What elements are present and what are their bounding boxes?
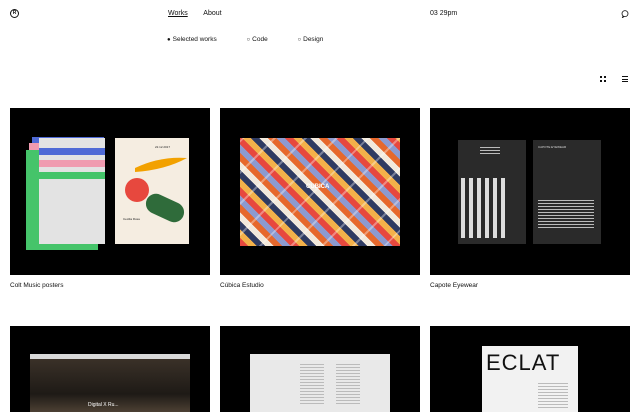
eyewear-pattern bbox=[461, 178, 505, 238]
photo-caption: Digital X Ru... bbox=[88, 402, 119, 408]
text-lines bbox=[538, 382, 568, 408]
clock: 03 29pm bbox=[430, 10, 458, 17]
filter-label: Selected works bbox=[172, 36, 217, 43]
project-thumbnail[interactable]: CAPOTE EYEWEAR bbox=[430, 108, 630, 275]
text-lines bbox=[336, 364, 360, 404]
project-card[interactable] bbox=[220, 326, 420, 412]
text-lines bbox=[300, 364, 324, 404]
nav-about[interactable]: About bbox=[203, 10, 221, 17]
capote-page-left bbox=[458, 140, 526, 244]
text-lines bbox=[480, 146, 500, 154]
filter-design[interactable]: ○ Design bbox=[298, 36, 338, 43]
capote-heading: CAPOTE EYEWEAR bbox=[538, 145, 567, 149]
poster-band bbox=[39, 160, 105, 167]
capote-page-right: CAPOTE EYEWEAR bbox=[533, 140, 601, 244]
project-title[interactable]: Capote Eyewear bbox=[430, 282, 630, 289]
category-filters: ● Selected works ○ Code ○ Design bbox=[167, 36, 351, 43]
poster-date: 22.12.2017 bbox=[155, 145, 171, 149]
cubica-overlay bbox=[240, 138, 400, 246]
poster-venue: Cecilia Rosa bbox=[123, 217, 140, 221]
inactive-dot-icon: ○ bbox=[246, 37, 251, 43]
cubica-logo: CUBICA bbox=[306, 184, 330, 190]
inactive-dot-icon: ○ bbox=[297, 37, 302, 43]
filter-selected-works[interactable]: ● Selected works bbox=[167, 36, 231, 43]
project-thumbnail[interactable]: 22.12.2017 Cecilia Rosa bbox=[10, 108, 210, 275]
eclat-wordmark: ECLAT bbox=[486, 350, 561, 375]
logo-icon[interactable]: R bbox=[10, 9, 19, 18]
main-nav: Works About bbox=[168, 10, 236, 17]
eclat-page: ECLAT bbox=[482, 346, 578, 412]
poster-band bbox=[39, 148, 105, 155]
project-title[interactable]: Colt Music posters bbox=[10, 282, 210, 289]
filter-code[interactable]: ○ Code bbox=[247, 36, 282, 43]
filter-label: Code bbox=[252, 36, 268, 43]
project-card[interactable]: Digital X Ru... bbox=[10, 326, 210, 412]
project-card[interactable]: CAPOTE EYEWEAR Capote Eyewear bbox=[430, 108, 630, 289]
project-title[interactable]: Cúbica Estudio bbox=[220, 282, 420, 289]
text-lines bbox=[538, 200, 594, 228]
list-view-icon[interactable] bbox=[622, 76, 628, 82]
gray-document bbox=[250, 354, 390, 412]
nav-works[interactable]: Works bbox=[168, 10, 188, 17]
grid-view-icon[interactable] bbox=[600, 76, 606, 82]
active-dot-icon: ● bbox=[167, 37, 171, 43]
poster-gray bbox=[39, 138, 105, 244]
poster-band bbox=[39, 172, 105, 179]
project-thumbnail[interactable]: CUBICA bbox=[220, 108, 420, 275]
poster-cream: 22.12.2017 Cecilia Rosa bbox=[115, 138, 189, 244]
project-card[interactable]: CUBICA Cúbica Estudio bbox=[220, 108, 420, 289]
project-thumbnail[interactable]: Digital X Ru... bbox=[10, 326, 210, 412]
chat-icon[interactable] bbox=[621, 10, 629, 20]
project-card[interactable]: 22.12.2017 Cecilia Rosa Colt Music poste… bbox=[10, 108, 210, 289]
project-thumbnail[interactable] bbox=[220, 326, 420, 412]
filter-label: Design bbox=[303, 36, 324, 43]
project-thumbnail[interactable]: ECLAT bbox=[430, 326, 630, 412]
project-card[interactable]: ECLAT bbox=[430, 326, 630, 412]
